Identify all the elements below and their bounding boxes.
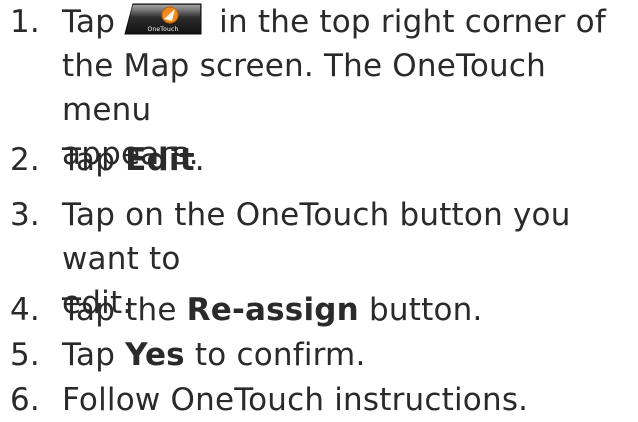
step-text-segment: Tap	[62, 337, 126, 373]
step-text: Tap Yes to confirm.	[62, 333, 632, 377]
step-emphasis: Yes	[125, 337, 185, 373]
step-text-segment: Tap	[62, 142, 126, 178]
step-text: Tap Edit.	[62, 138, 632, 182]
step-number: 3.	[10, 197, 40, 233]
step-text-segment: button.	[358, 292, 483, 328]
step-text: Follow OneTouch instructions.	[62, 382, 529, 418]
step-number: 4.	[10, 292, 40, 328]
step-text-segment: to confirm.	[184, 337, 366, 373]
step-number: 5.	[10, 337, 40, 373]
step-emphasis: Edit	[125, 142, 195, 178]
step-text-segment: Tap the	[62, 292, 187, 328]
step-line: the Map screen. The OneTouch menu	[62, 48, 546, 128]
step-line: Tap on the OneTouch button you want to	[62, 197, 571, 277]
step-number: 6.	[10, 382, 40, 418]
step-text-segment: Tap	[62, 4, 116, 40]
step-number: 1.	[10, 4, 40, 40]
step-line: Tap OneTouch in the top right corner of	[62, 0, 632, 44]
step-text-segment: .	[194, 142, 205, 178]
step-text-segment: in the top right corner of	[209, 4, 606, 40]
onetouch-button-icon: OneTouch	[123, 2, 203, 36]
icon-label: OneTouch	[148, 26, 179, 33]
step-number: 2.	[10, 142, 40, 178]
step-text: Tap the Re-assign button.	[62, 288, 632, 332]
step-emphasis: Re-assign	[186, 292, 359, 328]
